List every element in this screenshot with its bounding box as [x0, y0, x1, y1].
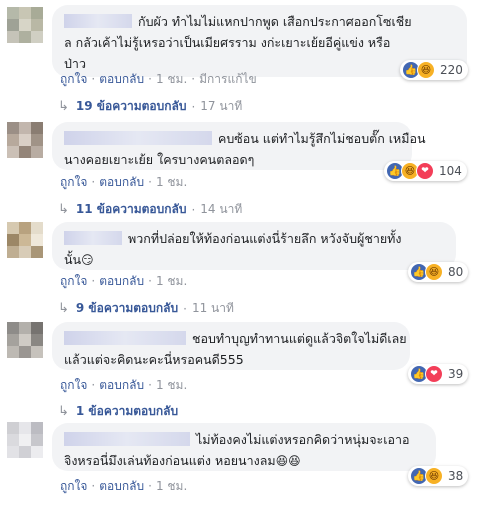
replies-count[interactable]: 1 ข้อความตอบกลับ: [76, 402, 178, 421]
replies-count[interactable]: 19 ข้อความตอบกลับ: [76, 97, 187, 116]
avatar[interactable]: [7, 222, 43, 258]
reaction-count: 80: [448, 265, 464, 279]
comment-bubble: ไม่ท้องคงไม่แต่งหรอกคิดว่าหนุ่มจะเอาอ จิ…: [52, 423, 436, 471]
comment-actions: ถูกใจ · ตอบกลับ · 1 ชม.: [60, 378, 188, 392]
comment-text-line: จิงหรอนี่มึงเล่นท้องก่อนแต่ง หอยนางลม: [64, 453, 276, 468]
love-reaction-icon: ❤: [416, 162, 434, 180]
author-name-blurred[interactable]: [64, 432, 190, 446]
comment-text-line: แล้วแต่จะคิดนะคะนี่หรอคนดี555: [64, 352, 244, 367]
comment-time[interactable]: 1 ชม.: [156, 479, 187, 493]
comment-actions: ถูกใจ · ตอบกลับ · 1 ชม. · มีการแก้ไข: [60, 72, 257, 86]
reply-link[interactable]: ตอบกลับ: [99, 479, 144, 493]
reactions-summary[interactable]: 👍 😆 80: [408, 262, 469, 282]
comment-text-line: ไม่ท้องคงไม่แต่งหรอกคิดว่าหนุ่มจะเอาอ: [196, 432, 410, 447]
author-name-blurred[interactable]: [64, 131, 212, 145]
comment-text-line: นางคอยเยาะเย้ย ใครบางคนตลอดๆ: [64, 152, 255, 167]
smirk-emoji-icon: 😏: [81, 253, 94, 267]
reaction-count: 220: [440, 63, 463, 77]
avatar[interactable]: [7, 7, 43, 43]
reply-link[interactable]: ตอบกลับ: [99, 274, 144, 288]
reactions-summary[interactable]: 👍 😆 ❤ 104: [384, 161, 467, 181]
reply-link[interactable]: ตอบกลับ: [99, 378, 144, 392]
like-link[interactable]: ถูกใจ: [60, 274, 87, 288]
comment-text-line: ล กลัวเค้าไม่รู้เหรอว่าเป็นเมียศรราม งก่…: [64, 35, 391, 50]
comment-text-line: คบซ้อน แต่ทำไมรู้สึกไม่ชอบตั๊ก เหมือน: [218, 131, 426, 146]
comment-bubble: พวกที่ปล่อยให้ท้องก่อนแต่งนี่ร้ายลึก หวั…: [52, 222, 456, 270]
reply-arrow-icon: ↳: [58, 404, 69, 419]
haha-reaction-icon: 😆: [425, 467, 443, 485]
edited-label[interactable]: มีการแก้ไข: [199, 72, 257, 86]
like-link[interactable]: ถูกใจ: [60, 72, 87, 86]
view-replies[interactable]: ↳ 11 ข้อความตอบกลับ · 14 นาที: [58, 200, 242, 219]
comment-bubble: ชอบทำบุญทำทานแต่ดูแล้วจิตใจไม่ดีเลย แล้ว…: [52, 322, 410, 370]
author-name-blurred[interactable]: [64, 231, 122, 245]
reply-arrow-icon: ↳: [58, 202, 69, 217]
comment-bubble: คบซ้อน แต่ทำไมรู้สึกไม่ชอบตั๊ก เหมือน นา…: [52, 122, 426, 170]
reactions-summary[interactable]: 👍 ❤ 39: [408, 364, 469, 384]
reply-arrow-icon: ↳: [58, 301, 69, 316]
reaction-count: 38: [448, 469, 464, 483]
avatar[interactable]: [7, 122, 43, 158]
comment-text-line: นั้น: [64, 252, 82, 267]
comment-time[interactable]: 1 ชม.: [156, 72, 187, 86]
comment-actions: ถูกใจ · ตอบกลับ · 1 ชม.: [60, 175, 188, 189]
author-name-blurred[interactable]: [64, 14, 132, 28]
view-replies[interactable]: ↳ 9 ข้อความตอบกลับ · 11 นาที: [58, 299, 234, 318]
replies-time: 14 นาที: [200, 202, 243, 216]
view-replies[interactable]: ↳ 1 ข้อความตอบกลับ: [58, 402, 178, 421]
replies-count[interactable]: 9 ข้อความตอบกลับ: [76, 299, 178, 318]
comment-time[interactable]: 1 ชม.: [156, 378, 187, 392]
like-link[interactable]: ถูกใจ: [60, 378, 87, 392]
comment-actions: ถูกใจ · ตอบกลับ · 1 ชม.: [60, 479, 188, 493]
replies-time: 17 นาที: [200, 99, 243, 113]
love-reaction-icon: ❤: [425, 365, 443, 383]
like-link[interactable]: ถูกใจ: [60, 175, 87, 189]
comment-time[interactable]: 1 ชม.: [156, 274, 187, 288]
author-name-blurred[interactable]: [64, 331, 186, 345]
replies-count[interactable]: 11 ข้อความตอบกลับ: [76, 200, 187, 219]
like-link[interactable]: ถูกใจ: [60, 479, 87, 493]
haha-reaction-icon: 😆: [425, 263, 443, 281]
avatar[interactable]: [7, 422, 43, 458]
reply-link[interactable]: ตอบกลับ: [99, 175, 144, 189]
grinning-emoji-icon: 😆😆: [275, 454, 301, 468]
reaction-count: 104: [439, 164, 462, 178]
reaction-count: 39: [448, 367, 464, 381]
reactions-summary[interactable]: 👍 😆 38: [408, 466, 469, 486]
reactions-summary[interactable]: 👍 😆 220: [400, 60, 468, 80]
comment-text-line: กับผัว ทำไมไม่แหกปากพูด เสือกประกาศออกโซ…: [138, 14, 412, 29]
reply-link[interactable]: ตอบกลับ: [99, 72, 144, 86]
reply-arrow-icon: ↳: [58, 99, 69, 114]
comment-actions: ถูกใจ · ตอบกลับ · 1 ชม.: [60, 274, 188, 288]
comment-time[interactable]: 1 ชม.: [156, 175, 187, 189]
replies-time: 11 นาที: [191, 301, 234, 315]
view-replies[interactable]: ↳ 19 ข้อความตอบกลับ · 17 นาที: [58, 97, 242, 116]
comment-text-line: ชอบทำบุญทำทานแต่ดูแล้วจิตใจไม่ดีเลย: [192, 331, 407, 346]
comment-text-line: พวกที่ปล่อยให้ท้องก่อนแต่งนี่ร้ายลึก หวั…: [128, 231, 402, 246]
haha-reaction-icon: 😆: [417, 61, 435, 79]
avatar[interactable]: [7, 322, 43, 358]
